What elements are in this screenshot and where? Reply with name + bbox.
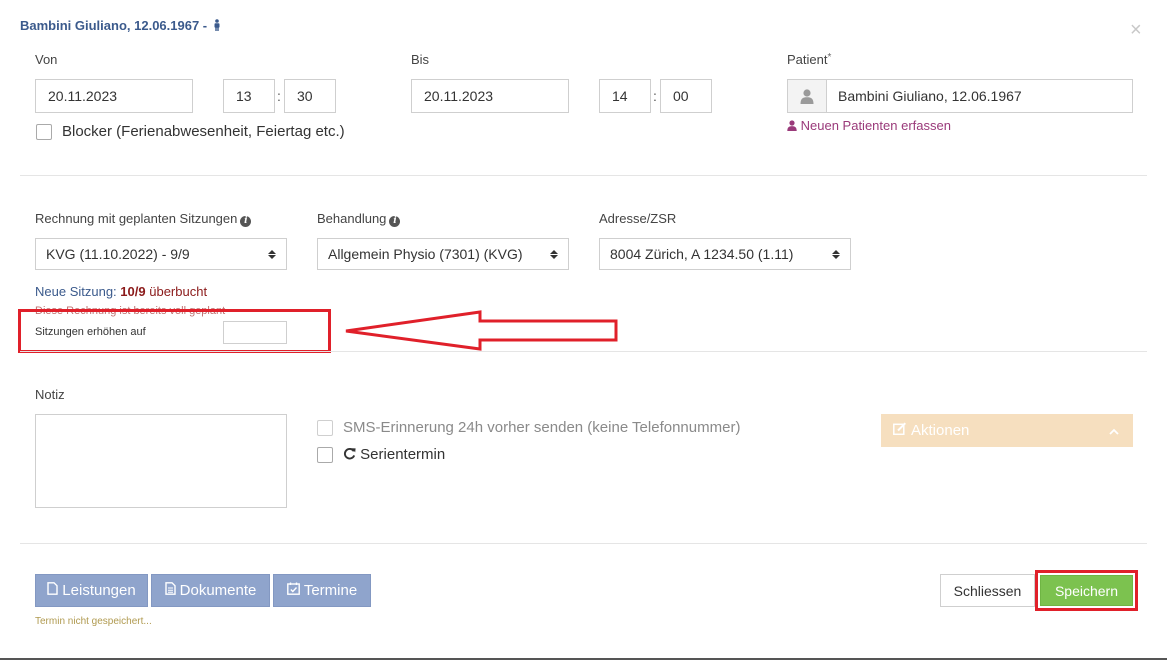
user-plus-icon [787, 119, 797, 134]
divider [20, 175, 1147, 176]
arrow-annotation [345, 310, 618, 351]
updown-icon [832, 249, 840, 259]
sms-reminder-label: SMS-Erinnerung 24h vorher senden (keine … [343, 419, 741, 436]
dialog-title: Bambini Giuliano, 12.06.1967 - [20, 18, 221, 34]
chevron-up-icon [1109, 422, 1119, 439]
from-minute-input[interactable]: 30 [284, 79, 336, 113]
series-checkbox[interactable] [317, 447, 333, 463]
appointments-button-label: Termine [303, 582, 358, 599]
new-patient-link[interactable]: Neuen Patienten erfassen [787, 118, 951, 134]
patient-field[interactable]: Bambini Giuliano, 12.06.1967 [787, 79, 1133, 113]
invoice-select-value: KVG (11.10.2022) - 9/9 [46, 246, 190, 262]
new-session-info: Neue Sitzung: 10/9 überbucht [35, 284, 208, 299]
treatment-select[interactable]: Allgemein Physio (7301) (KVG) [317, 238, 569, 270]
updown-icon [550, 249, 558, 259]
to-date-input[interactable]: 20.11.2023 [411, 79, 569, 113]
address-select[interactable]: 8004 Zürich, A 1234.50 (1.11) [599, 238, 851, 270]
documents-button[interactable]: Dokumente [151, 574, 270, 607]
treatment-select-value: Allgemein Physio (7301) (KVG) [328, 246, 523, 262]
documents-button-label: Dokumente [179, 582, 257, 599]
services-button-label: Leistungen [62, 582, 136, 599]
sms-reminder-checkbox[interactable] [317, 420, 333, 436]
services-button[interactable]: Leistungen [35, 574, 148, 607]
save-button[interactable]: Speichern [1040, 575, 1133, 606]
refresh-icon [343, 447, 356, 464]
required-mark: * [827, 52, 832, 63]
treatment-label: Behandlung i [317, 211, 401, 227]
notes-textarea[interactable] [35, 414, 287, 508]
calendar-check-icon [286, 582, 300, 599]
close-button[interactable]: Schliessen [940, 574, 1035, 607]
actions-label: Aktionen [911, 422, 970, 439]
highlight-box [18, 309, 331, 353]
time-separator: : [277, 88, 281, 104]
patient-title-text: Bambini Giuliano, 12.06.1967 - [20, 18, 208, 33]
user-icon [788, 80, 827, 112]
series-label: Serientermin [360, 446, 446, 463]
overbooked-label: überbucht [149, 284, 208, 299]
address-label: Adresse/ZSR [599, 211, 677, 226]
patient-label: Patient* [787, 52, 832, 67]
to-minute-input[interactable]: 00 [660, 79, 712, 113]
invoice-select[interactable]: KVG (11.10.2022) - 9/9 [35, 238, 287, 270]
save-highlight-box: Speichern [1035, 570, 1138, 611]
to-label: Bis [411, 52, 430, 67]
address-select-value: 8004 Zürich, A 1234.50 (1.11) [610, 246, 794, 262]
document-icon [164, 582, 176, 599]
session-count: 10/9 [120, 284, 146, 299]
info-icon: i [240, 216, 252, 227]
blocker-checkbox[interactable] [36, 124, 52, 140]
actions-dropdown[interactable]: Aktionen [881, 414, 1133, 447]
appointments-button[interactable]: Termine [273, 574, 371, 607]
series-label-wrap: Serientermin [343, 446, 445, 464]
info-icon: i [389, 216, 401, 227]
from-hour-input[interactable]: 13 [223, 79, 275, 113]
patient-value: Bambini Giuliano, 12.06.1967 [838, 88, 1022, 104]
to-hour-input[interactable]: 14 [599, 79, 651, 113]
save-status-text: Termin nicht gespeichert... [35, 616, 152, 627]
divider [20, 543, 1147, 544]
edit-icon [893, 422, 907, 439]
blocker-label: Blocker (Ferienabwesenheit, Feiertag etc… [62, 123, 345, 140]
person-icon [213, 19, 221, 34]
divider [20, 351, 1147, 352]
from-label: Von [35, 52, 58, 67]
notes-label: Notiz [35, 387, 65, 402]
time-separator: : [653, 88, 657, 104]
updown-icon [268, 249, 276, 259]
new-patient-label: Neuen Patienten erfassen [800, 118, 951, 133]
file-icon [47, 582, 58, 599]
from-date-input[interactable]: 20.11.2023 [35, 79, 193, 113]
close-icon[interactable]: × [1130, 20, 1142, 40]
invoice-label: Rechnung mit geplanten Sitzungen i [35, 211, 252, 227]
